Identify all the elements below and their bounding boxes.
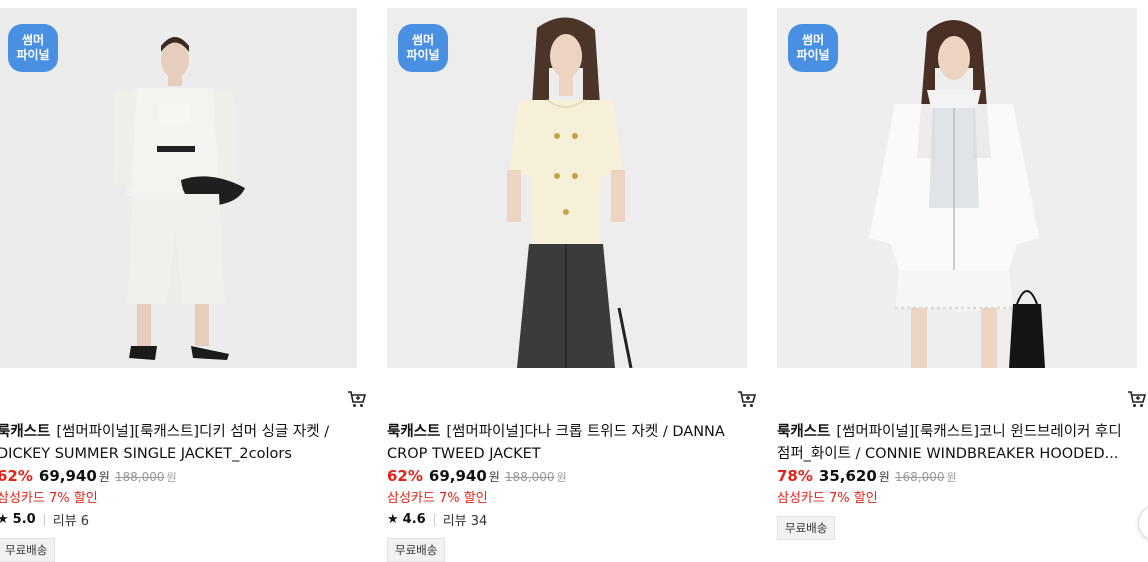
discount-rate: 78%	[777, 467, 813, 485]
sale-price: 69,940	[428, 467, 487, 485]
original-price-unit: 원	[946, 471, 957, 484]
product-title[interactable]: 룩캐스트 [썸머파이널][룩캐스트]디키 섬머 싱글 자켓 / DICKEY SU…	[0, 421, 357, 465]
divider	[433, 513, 435, 526]
summer-final-badge: 썸머 파이널	[788, 24, 838, 72]
free-shipping-tag: 무료배송	[0, 538, 56, 562]
star-icon: ★	[387, 512, 399, 527]
original-price: 188,000	[114, 470, 165, 484]
brand-name: 룩캐스트	[387, 424, 441, 440]
price-row: 62% 69,940 원 188,000 원	[387, 467, 567, 485]
product-title[interactable]: 룩캐스트 [썸머파이널]다나 크롭 트위드 자켓 / DANNA CROP TWE…	[387, 421, 747, 465]
original-price: 168,000	[894, 470, 945, 484]
product-image[interactable]: 썸머 파이널	[387, 8, 747, 368]
product-card[interactable]: 썸머 파이널 룩캐스트 [썸머파이널]다나 크롭 트위드 자켓 / DANNA C…	[387, 8, 757, 562]
price-unit: 원	[98, 470, 110, 484]
card-discount-promo: 삼성카드 7% 할인	[0, 491, 98, 506]
price-unit: 원	[878, 470, 890, 484]
summer-final-badge: 썸머 파이널	[398, 24, 448, 72]
rating-row: ★ 5.0 리뷰 6	[0, 510, 89, 529]
rating-score: 5.0	[12, 512, 36, 527]
discount-rate: 62%	[387, 467, 423, 485]
sale-price: 35,620	[818, 467, 877, 485]
brand-name: 룩캐스트	[777, 424, 831, 440]
star-icon: ★	[0, 512, 9, 527]
brand-name: 룩캐스트	[0, 424, 51, 440]
summer-final-badge: 썸머 파이널	[8, 24, 58, 72]
cart-icon[interactable]	[1127, 390, 1147, 408]
rating-row: ★ 4.6 리뷰 34	[387, 510, 487, 529]
product-image[interactable]: 썸머 파이널	[0, 8, 357, 368]
discount-rate: 62%	[0, 467, 33, 485]
free-shipping-tag: 무료배송	[777, 516, 836, 540]
card-discount-promo: 삼성카드 7% 할인	[387, 491, 488, 506]
product-card[interactable]: 썸머 파이널 룩캐스트 [썸머파이널][룩캐스트]디키 섬머 싱글 자켓 / DI…	[0, 8, 367, 562]
original-price-unit: 원	[556, 471, 567, 484]
review-count[interactable]: 리뷰 6	[53, 510, 89, 529]
original-price-unit: 원	[166, 471, 177, 484]
review-count[interactable]: 리뷰 34	[443, 510, 488, 529]
divider	[43, 513, 45, 526]
rating-score: 4.6	[402, 512, 426, 527]
sale-price: 69,940	[38, 467, 97, 485]
cart-icon[interactable]	[347, 390, 367, 408]
original-price: 188,000	[504, 470, 555, 484]
price-unit: 원	[488, 470, 500, 484]
product-card[interactable]: 썸머 파이널 룩캐스트 [썸머파이널][룩캐스트]코니 윈드브레이커 후디 점퍼_…	[777, 8, 1147, 540]
price-row: 62% 69,940 원 188,000 원	[0, 467, 177, 485]
product-image[interactable]: 썸머 파이널	[777, 8, 1137, 368]
free-shipping-tag: 무료배송	[387, 538, 446, 562]
product-title[interactable]: 룩캐스트 [썸머파이널][룩캐스트]코니 윈드브레이커 후디 점퍼_화이트 / C…	[777, 421, 1137, 465]
cart-icon[interactable]	[737, 390, 757, 408]
scroll-next-button[interactable]	[1138, 505, 1148, 541]
price-row: 78% 35,620 원 168,000 원	[777, 467, 957, 485]
card-discount-promo: 삼성카드 7% 할인	[777, 491, 878, 506]
